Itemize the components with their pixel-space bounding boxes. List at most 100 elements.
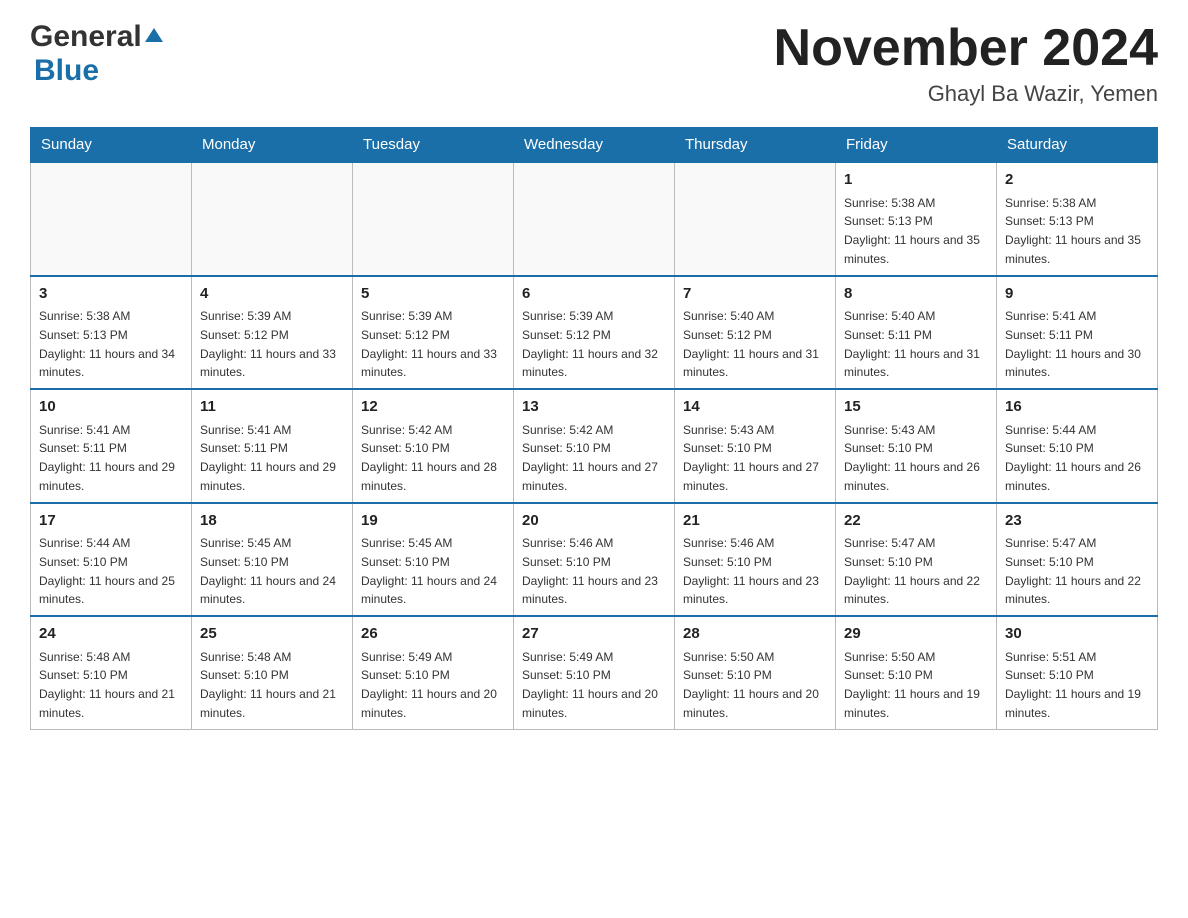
day-number: 12	[361, 396, 505, 419]
day-info: Sunrise: 5:49 AM Sunset: 5:10 PM Dayligh…	[361, 650, 497, 720]
calendar-cell: 21 Sunrise: 5:46 AM Sunset: 5:10 PM Dayli…	[675, 503, 836, 617]
day-info: Sunrise: 5:48 AM Sunset: 5:10 PM Dayligh…	[39, 650, 175, 720]
calendar-cell: 8 Sunrise: 5:40 AM Sunset: 5:11 PM Daylig…	[836, 276, 997, 390]
day-number: 13	[522, 396, 666, 419]
weekday-header-monday: Monday	[192, 128, 353, 163]
calendar-week-row: 24 Sunrise: 5:48 AM Sunset: 5:10 PM Dayli…	[31, 616, 1158, 729]
calendar-cell: 2 Sunrise: 5:38 AM Sunset: 5:13 PM Daylig…	[997, 162, 1158, 276]
logo-triangle-icon	[145, 26, 163, 49]
month-title: November 2024	[774, 20, 1158, 77]
day-info: Sunrise: 5:47 AM Sunset: 5:10 PM Dayligh…	[1005, 536, 1141, 606]
calendar-cell	[192, 162, 353, 276]
calendar-week-row: 1Sunrise: 5:38 AM Sunset: 5:13 PM Daylig…	[31, 162, 1158, 276]
day-info: Sunrise: 5:44 AM Sunset: 5:10 PM Dayligh…	[39, 536, 175, 606]
day-number: 9	[1005, 283, 1149, 306]
day-number: 20	[522, 510, 666, 533]
day-info: Sunrise: 5:46 AM Sunset: 5:10 PM Dayligh…	[683, 536, 819, 606]
calendar-cell: 25Sunrise: 5:48 AM Sunset: 5:10 PM Dayli…	[192, 616, 353, 729]
day-number: 17	[39, 510, 183, 533]
day-number: 8	[844, 283, 988, 306]
weekday-header-friday: Friday	[836, 128, 997, 163]
calendar-cell	[675, 162, 836, 276]
day-number: 30	[1005, 623, 1149, 646]
day-info: Sunrise: 5:38 AM Sunset: 5:13 PM Dayligh…	[1005, 196, 1141, 266]
day-info: Sunrise: 5:39 AM Sunset: 5:12 PM Dayligh…	[522, 309, 658, 379]
day-info: Sunrise: 5:41 AM Sunset: 5:11 PM Dayligh…	[200, 423, 336, 493]
day-number: 29	[844, 623, 988, 646]
calendar-cell: 9 Sunrise: 5:41 AM Sunset: 5:11 PM Daylig…	[997, 276, 1158, 390]
calendar-cell: 22 Sunrise: 5:47 AM Sunset: 5:10 PM Dayli…	[836, 503, 997, 617]
day-info: Sunrise: 5:43 AM Sunset: 5:10 PM Dayligh…	[683, 423, 819, 493]
day-number: 11	[200, 396, 344, 419]
day-number: 14	[683, 396, 827, 419]
calendar-cell	[353, 162, 514, 276]
day-info: Sunrise: 5:45 AM Sunset: 5:10 PM Dayligh…	[200, 536, 336, 606]
day-number: 16	[1005, 396, 1149, 419]
day-info: Sunrise: 5:51 AM Sunset: 5:10 PM Dayligh…	[1005, 650, 1141, 720]
day-number: 21	[683, 510, 827, 533]
calendar-week-row: 17 Sunrise: 5:44 AM Sunset: 5:10 PM Dayli…	[31, 503, 1158, 617]
calendar-cell: 7Sunrise: 5:40 AM Sunset: 5:12 PM Daylig…	[675, 276, 836, 390]
day-number: 28	[683, 623, 827, 646]
day-info: Sunrise: 5:40 AM Sunset: 5:12 PM Dayligh…	[683, 309, 819, 379]
weekday-header-tuesday: Tuesday	[353, 128, 514, 163]
calendar-week-row: 10 Sunrise: 5:41 AM Sunset: 5:11 PM Dayli…	[31, 389, 1158, 503]
calendar-cell: 1Sunrise: 5:38 AM Sunset: 5:13 PM Daylig…	[836, 162, 997, 276]
weekday-header-thursday: Thursday	[675, 128, 836, 163]
day-info: Sunrise: 5:38 AM Sunset: 5:13 PM Dayligh…	[39, 309, 175, 379]
day-number: 2	[1005, 169, 1149, 192]
calendar-cell: 10 Sunrise: 5:41 AM Sunset: 5:11 PM Dayli…	[31, 389, 192, 503]
calendar-week-row: 3Sunrise: 5:38 AM Sunset: 5:13 PM Daylig…	[31, 276, 1158, 390]
day-number: 24	[39, 623, 183, 646]
page-header: General Blue November 2024 Ghayl Ba Wazi…	[30, 20, 1158, 107]
calendar-cell: 29 Sunrise: 5:50 AM Sunset: 5:10 PM Dayli…	[836, 616, 997, 729]
day-info: Sunrise: 5:43 AM Sunset: 5:10 PM Dayligh…	[844, 423, 980, 493]
day-info: Sunrise: 5:48 AM Sunset: 5:10 PM Dayligh…	[200, 650, 336, 720]
weekday-header-sunday: Sunday	[31, 128, 192, 163]
calendar-cell: 30 Sunrise: 5:51 AM Sunset: 5:10 PM Dayli…	[997, 616, 1158, 729]
calendar-cell: 14 Sunrise: 5:43 AM Sunset: 5:10 PM Dayli…	[675, 389, 836, 503]
weekday-header-saturday: Saturday	[997, 128, 1158, 163]
day-number: 23	[1005, 510, 1149, 533]
calendar-cell: 4 Sunrise: 5:39 AM Sunset: 5:12 PM Daylig…	[192, 276, 353, 390]
calendar-cell: 24 Sunrise: 5:48 AM Sunset: 5:10 PM Dayli…	[31, 616, 192, 729]
day-number: 19	[361, 510, 505, 533]
day-number: 22	[844, 510, 988, 533]
day-info: Sunrise: 5:50 AM Sunset: 5:10 PM Dayligh…	[683, 650, 819, 720]
calendar-cell: 13Sunrise: 5:42 AM Sunset: 5:10 PM Dayli…	[514, 389, 675, 503]
calendar-cell: 23 Sunrise: 5:47 AM Sunset: 5:10 PM Dayli…	[997, 503, 1158, 617]
day-info: Sunrise: 5:39 AM Sunset: 5:12 PM Dayligh…	[361, 309, 497, 379]
calendar-cell: 16Sunrise: 5:44 AM Sunset: 5:10 PM Dayli…	[997, 389, 1158, 503]
day-number: 5	[361, 283, 505, 306]
day-info: Sunrise: 5:41 AM Sunset: 5:11 PM Dayligh…	[1005, 309, 1141, 379]
calendar-cell: 26 Sunrise: 5:49 AM Sunset: 5:10 PM Dayli…	[353, 616, 514, 729]
day-info: Sunrise: 5:39 AM Sunset: 5:12 PM Dayligh…	[200, 309, 336, 379]
calendar-table: SundayMondayTuesdayWednesdayThursdayFrid…	[30, 127, 1158, 730]
day-number: 4	[200, 283, 344, 306]
calendar-cell: 3Sunrise: 5:38 AM Sunset: 5:13 PM Daylig…	[31, 276, 192, 390]
day-number: 18	[200, 510, 344, 533]
weekday-header-wednesday: Wednesday	[514, 128, 675, 163]
day-info: Sunrise: 5:40 AM Sunset: 5:11 PM Dayligh…	[844, 309, 980, 379]
calendar-cell: 20 Sunrise: 5:46 AM Sunset: 5:10 PM Dayli…	[514, 503, 675, 617]
day-number: 6	[522, 283, 666, 306]
calendar-header-row: SundayMondayTuesdayWednesdayThursdayFrid…	[31, 128, 1158, 163]
day-info: Sunrise: 5:50 AM Sunset: 5:10 PM Dayligh…	[844, 650, 980, 720]
location-title: Ghayl Ba Wazir, Yemen	[774, 81, 1158, 107]
logo: General Blue	[30, 20, 163, 88]
calendar-cell: 17 Sunrise: 5:44 AM Sunset: 5:10 PM Dayli…	[31, 503, 192, 617]
calendar-cell: 5 Sunrise: 5:39 AM Sunset: 5:12 PM Daylig…	[353, 276, 514, 390]
day-info: Sunrise: 5:47 AM Sunset: 5:10 PM Dayligh…	[844, 536, 980, 606]
day-info: Sunrise: 5:41 AM Sunset: 5:11 PM Dayligh…	[39, 423, 175, 493]
day-info: Sunrise: 5:49 AM Sunset: 5:10 PM Dayligh…	[522, 650, 658, 720]
logo-blue-text: Blue	[34, 54, 99, 87]
day-number: 10	[39, 396, 183, 419]
calendar-cell: 28 Sunrise: 5:50 AM Sunset: 5:10 PM Dayli…	[675, 616, 836, 729]
day-info: Sunrise: 5:42 AM Sunset: 5:10 PM Dayligh…	[361, 423, 497, 493]
day-info: Sunrise: 5:46 AM Sunset: 5:10 PM Dayligh…	[522, 536, 658, 606]
day-number: 27	[522, 623, 666, 646]
day-info: Sunrise: 5:45 AM Sunset: 5:10 PM Dayligh…	[361, 536, 497, 606]
calendar-cell: 15Sunrise: 5:43 AM Sunset: 5:10 PM Dayli…	[836, 389, 997, 503]
calendar-cell	[31, 162, 192, 276]
day-number: 26	[361, 623, 505, 646]
